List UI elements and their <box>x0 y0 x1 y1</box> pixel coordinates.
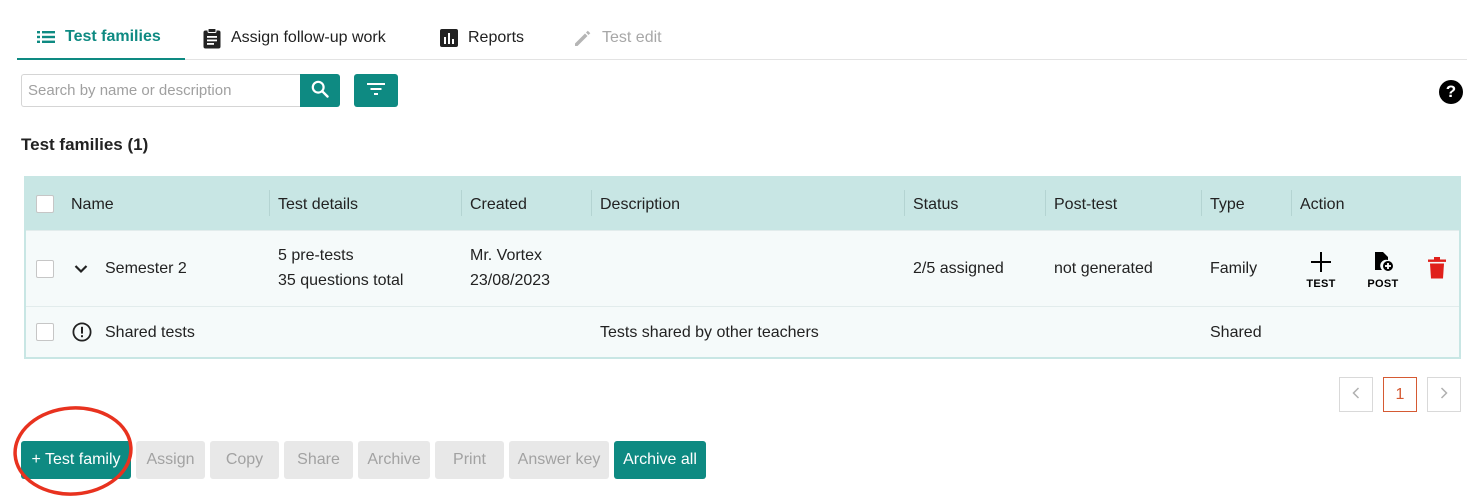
info-circle-icon <box>72 322 92 347</box>
tab-assign-follow-up-work[interactable]: Assign follow-up work <box>203 16 386 60</box>
add-post-test-label: POST <box>1367 278 1399 290</box>
add-post-test-button[interactable]: POST <box>1365 251 1401 290</box>
answer-key-button[interactable]: Answer key <box>509 441 609 479</box>
test-families-table: Name Test details Created Description St… <box>24 176 1461 359</box>
row-type: Family <box>1210 260 1258 277</box>
pagination-next-button[interactable] <box>1427 377 1461 412</box>
created-date: 23/08/2023 <box>470 272 551 289</box>
row-name[interactable]: Semester 2 <box>105 256 187 281</box>
chevron-right-icon <box>1440 386 1448 404</box>
search-input[interactable] <box>21 74 300 107</box>
tab-test-edit[interactable]: Test edit <box>573 16 662 60</box>
column-header-name[interactable]: Name <box>71 192 114 217</box>
trash-icon[interactable] <box>1428 257 1446 284</box>
column-header-status[interactable]: Status <box>913 192 958 217</box>
add-test-family-button[interactable]: + Test family <box>21 441 131 479</box>
column-header-type[interactable]: Type <box>1210 192 1245 217</box>
test-details-pretests: 5 pre-tests <box>278 247 354 264</box>
row-status: 2/5 assigned <box>913 260 1004 277</box>
table-row[interactable]: Semester 2 5 pre-tests 35 questions tota… <box>26 230 1459 306</box>
clipboard-icon <box>203 27 221 49</box>
tab-test-families[interactable]: Test families <box>17 16 185 60</box>
tab-label: Test families <box>65 28 161 45</box>
archive-button[interactable]: Archive <box>358 441 430 479</box>
archive-all-button[interactable]: Archive all <box>614 441 706 479</box>
row-type: Shared <box>1210 324 1262 341</box>
help-icon: ? <box>1445 82 1457 101</box>
print-button[interactable]: Print <box>435 441 504 479</box>
tab-reports[interactable]: Reports <box>440 16 524 60</box>
row-post-test: not generated <box>1054 260 1153 277</box>
chevron-left-icon <box>1352 386 1360 404</box>
add-test-label: TEST <box>1306 278 1336 290</box>
pagination-page-1[interactable]: 1 <box>1383 377 1417 412</box>
bar-chart-icon <box>440 29 458 47</box>
tab-label: Reports <box>468 29 525 46</box>
row-checkbox[interactable] <box>36 323 54 341</box>
column-header-created[interactable]: Created <box>470 192 527 217</box>
chevron-down-icon[interactable] <box>74 261 88 279</box>
column-header-action: Action <box>1300 196 1345 213</box>
column-header-test-details[interactable]: Test details <box>278 192 358 217</box>
pencil-icon <box>573 29 592 48</box>
section-title: Test families (1) <box>21 135 149 154</box>
row-name[interactable]: Shared tests <box>105 320 195 345</box>
filter-button[interactable] <box>354 74 398 107</box>
list-icon <box>37 30 55 44</box>
pagination-prev-button[interactable] <box>1339 377 1373 412</box>
assign-button[interactable]: Assign <box>136 441 205 479</box>
created-by: Mr. Vortex <box>470 247 543 264</box>
table-header: Name Test details Created Description St… <box>26 178 1459 230</box>
document-plus-icon <box>1372 251 1394 278</box>
column-header-post-test[interactable]: Post-test <box>1054 192 1117 217</box>
search-button[interactable] <box>300 74 340 107</box>
add-test-button[interactable]: TEST <box>1304 251 1338 290</box>
search-icon <box>311 80 329 101</box>
test-details-questions: 35 questions total <box>278 272 404 289</box>
tab-label: Test edit <box>602 29 662 46</box>
row-checkbox[interactable] <box>36 260 54 278</box>
plus-icon <box>1310 251 1332 278</box>
table-row[interactable]: Shared tests Tests shared by other teach… <box>26 306 1459 357</box>
row-description: Tests shared by other teachers <box>600 324 819 341</box>
help-button[interactable]: ? <box>1439 80 1463 104</box>
column-header-description[interactable]: Description <box>600 192 680 217</box>
copy-button[interactable]: Copy <box>210 441 279 479</box>
share-button[interactable]: Share <box>284 441 353 479</box>
filter-icon <box>367 83 385 98</box>
tab-label: Assign follow-up work <box>231 29 386 46</box>
select-all-checkbox[interactable] <box>36 195 54 213</box>
tab-bar: Test families Assign follow-up work Repo… <box>17 16 1467 60</box>
